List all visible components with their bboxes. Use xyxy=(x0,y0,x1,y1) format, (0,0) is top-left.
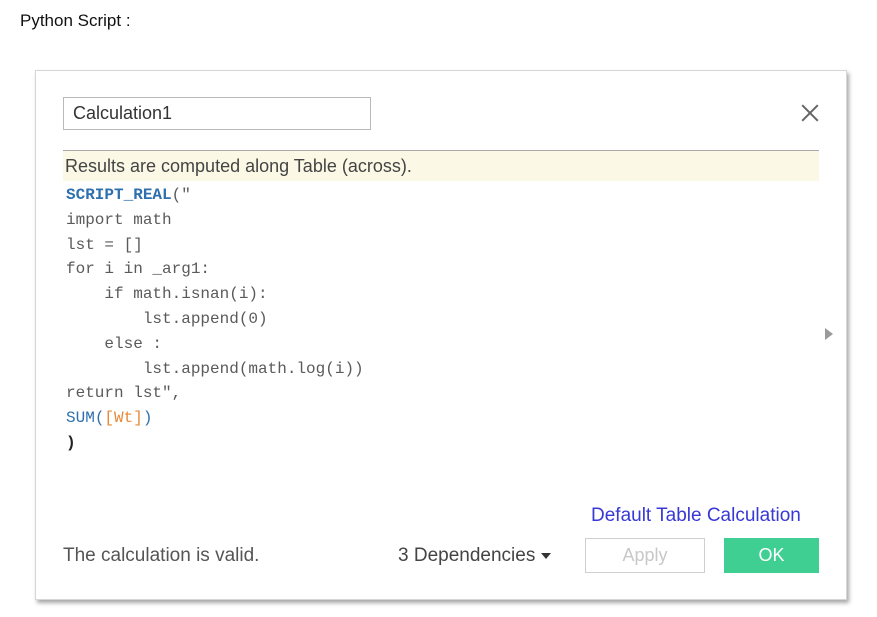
validation-status: The calculation is valid. xyxy=(63,545,260,566)
code-line-11: ) xyxy=(66,433,76,452)
code-line-2: import math xyxy=(66,210,172,229)
code-line-9: return lst", xyxy=(66,384,182,403)
code-line-4: for i in _arg1: xyxy=(66,260,211,279)
page-caption: Python Script : xyxy=(20,11,131,30)
close-icon[interactable] xyxy=(798,101,822,125)
default-table-calculation-link[interactable]: Default Table Calculation xyxy=(591,505,801,527)
caret-down-icon xyxy=(541,552,552,559)
code-editor[interactable]: SCRIPT_REAL("import math lst = [] for i in… xyxy=(66,183,796,483)
ok-button[interactable]: OK xyxy=(724,538,819,573)
apply-button[interactable]: Apply xyxy=(585,538,705,573)
calculation-name-input[interactable] xyxy=(63,97,371,130)
code-line-5: if math.isnan(i): xyxy=(66,285,268,304)
code-line-3: lst = [] xyxy=(66,235,143,254)
code-line-7: else : xyxy=(66,334,163,353)
code-line-10: SUM([Wt]) xyxy=(66,409,153,428)
sum-keyword: SUM xyxy=(66,409,95,428)
code-line-8: lst.append(math.log(i)) xyxy=(66,359,364,378)
calculation-dialog: Results are computed along Table (across… xyxy=(35,70,847,600)
code-line-1: SCRIPT_REAL(" xyxy=(66,186,191,204)
field-reference: [Wt] xyxy=(104,409,143,428)
info-bar: Results are computed along Table (across… xyxy=(63,151,819,181)
dependencies-dropdown[interactable]: 3 Dependencies xyxy=(398,545,552,567)
expand-arrow-icon[interactable] xyxy=(825,328,833,340)
code-line-6: lst.append(0) xyxy=(66,309,268,328)
script-real-keyword: SCRIPT_REAL xyxy=(66,186,172,204)
dependencies-label: 3 Dependencies xyxy=(398,545,536,566)
